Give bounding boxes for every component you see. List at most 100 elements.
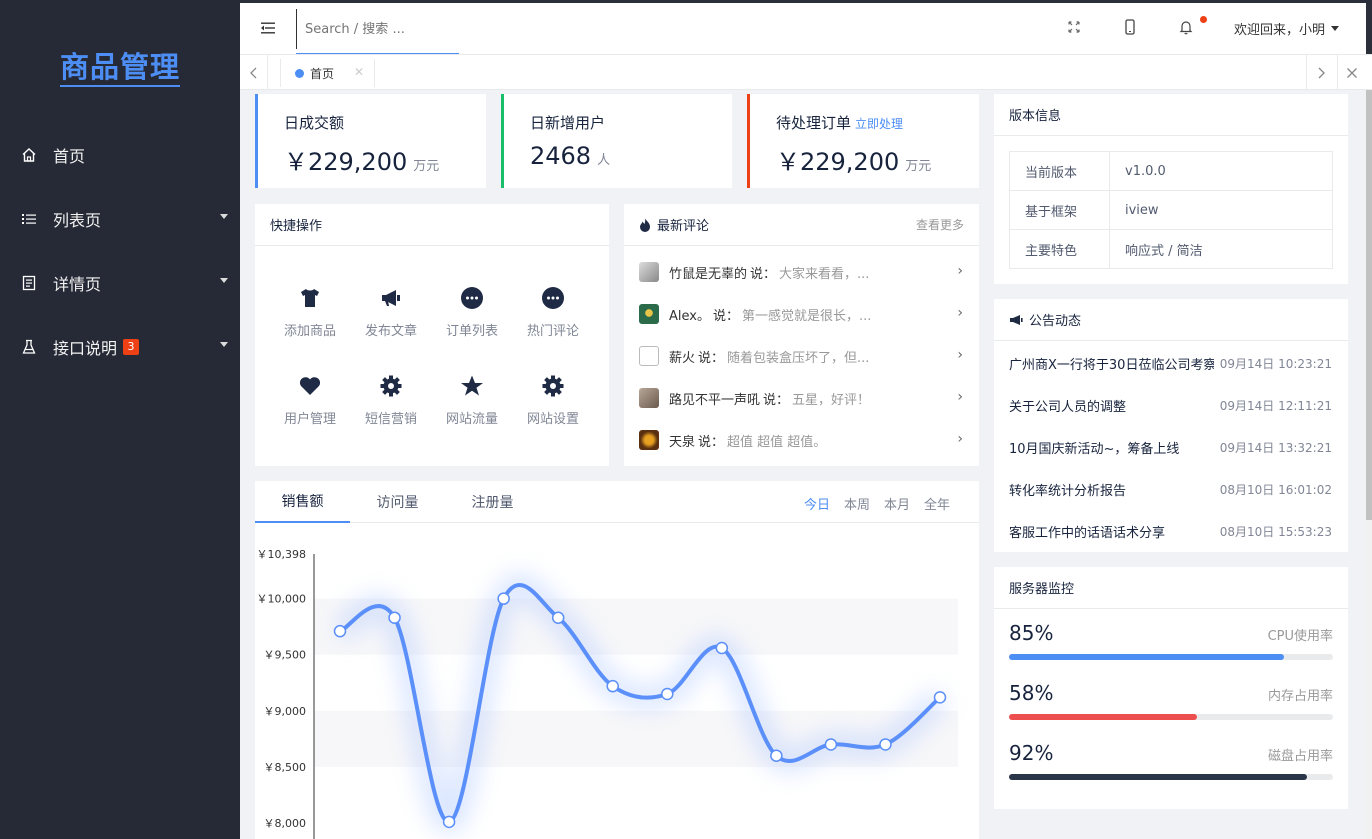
sidebar-item-label: 详情页 xyxy=(53,275,102,294)
progress-fill xyxy=(1009,714,1197,720)
sidebar-item-api[interactable]: 接口说明 3 xyxy=(0,327,240,367)
tab-visits[interactable]: 访问量 xyxy=(350,481,445,523)
bell-icon[interactable] xyxy=(1178,19,1196,37)
latest-comments-card: 最新评论 查看更多 竹鼠是无辜的 说： 大家来看看，... › Alex。 说： 第一感… xyxy=(624,204,979,466)
sidebar-item-home[interactable]: 首页 xyxy=(0,135,240,175)
notice-item[interactable]: 客服工作中的话语话术分享 08月10日 15:53:23 xyxy=(1009,521,1332,541)
notification-dot xyxy=(1200,16,1207,23)
monitor-label: 内存占用率 xyxy=(1267,689,1333,704)
data-point xyxy=(879,738,892,751)
quick-action-label: 网站流量 xyxy=(445,412,498,427)
range-year[interactable]: 全年 xyxy=(924,494,950,513)
tab-active-dot xyxy=(295,68,304,78)
progress-bar xyxy=(1009,774,1333,780)
quick-action-user-management[interactable]: 用户管理 xyxy=(270,374,350,427)
quick-action-sms-marketing[interactable]: 短信营销 xyxy=(351,374,431,427)
range-today[interactable]: 今日 xyxy=(804,494,830,513)
comment-item[interactable]: 路见不平一声吼 说： 五星，好评！ xyxy=(639,387,964,409)
sidebar-item-detail[interactable]: 详情页 xyxy=(0,263,240,303)
quick-action-hot-comments[interactable]: 热门评论 xyxy=(513,286,593,339)
view-more-link[interactable]: 查看更多 xyxy=(916,216,964,233)
app-logo[interactable]: 商品管理 xyxy=(0,44,240,87)
comment-item[interactable]: 薪火 说： 随着包装盒压坏了，但... xyxy=(639,345,964,367)
chevron-right-icon[interactable]: › xyxy=(957,389,963,405)
tab-sales[interactable]: 销售额 xyxy=(255,481,350,523)
stat-unit: 万元 xyxy=(413,159,440,174)
table-value: 响应式 / 简洁 xyxy=(1109,229,1333,269)
table-key: 主要特色 xyxy=(1009,229,1110,269)
chart-tabs-bar: 销售额 访问量 注册量 今日 本周 本月 全年 xyxy=(255,481,979,523)
comment-text: 超值 超值 超值。 xyxy=(727,434,827,450)
sidebar-item-list[interactable]: 列表页 xyxy=(0,199,240,239)
tab-home[interactable]: 首页 ✕ xyxy=(280,59,375,87)
quick-action-label: 订单列表 xyxy=(445,324,498,339)
quick-action-add-product[interactable]: 添加商品 xyxy=(270,286,350,339)
comment-text: 大家来看看，... xyxy=(779,266,870,282)
chevron-down-icon xyxy=(220,214,228,219)
list-icon xyxy=(20,210,38,228)
search-input[interactable] xyxy=(296,9,456,49)
stat-value: ￥229,200 xyxy=(284,148,408,176)
close-icon[interactable]: ✕ xyxy=(354,65,364,79)
chevron-right-icon[interactable]: › xyxy=(957,263,963,279)
flask-icon xyxy=(20,338,38,356)
quick-action-order-list[interactable]: 订单列表 xyxy=(432,286,512,339)
monitor-percent: 58% xyxy=(1009,681,1054,705)
close-all-tabs-icon[interactable] xyxy=(1337,55,1365,90)
table-key: 基于框架 xyxy=(1009,190,1110,230)
monitor-percent: 85% xyxy=(1009,621,1054,645)
menu-toggle-icon[interactable] xyxy=(260,20,276,36)
data-point xyxy=(606,679,619,693)
version-info-card: 版本信息 当前版本 v1.0.0 基于框架 iview 主要特色 响应式 / 简洁 xyxy=(994,94,1348,284)
quick-action-site-settings[interactable]: 网站设置 xyxy=(513,374,593,427)
progress-bar xyxy=(1009,654,1333,660)
quick-action-publish-article[interactable]: 发布文章 xyxy=(351,286,431,339)
range-week[interactable]: 本周 xyxy=(844,494,870,513)
notice-item[interactable]: 关于公司人员的调整 09月14日 12:11:21 xyxy=(1009,395,1332,415)
notice-item[interactable]: 广州商X一行将于30日莅临公司考察调研 09月14日 10:23:21 xyxy=(1009,353,1332,373)
progress-bar xyxy=(1009,714,1333,720)
tab-registrations[interactable]: 注册量 xyxy=(445,481,540,523)
monitor-percent: 92% xyxy=(1009,741,1054,765)
chevron-down-icon xyxy=(220,278,228,283)
card-title: 版本信息 xyxy=(1009,109,1062,124)
tab-scroll-left-icon[interactable] xyxy=(240,55,268,90)
comment-said: 说： xyxy=(698,350,725,366)
welcome-text: 欢迎回来，小明 xyxy=(1234,23,1326,38)
y-tick-label: ￥8,000 xyxy=(264,817,307,830)
gear-icon xyxy=(541,374,565,398)
chevron-right-icon[interactable]: › xyxy=(957,347,963,363)
range-month[interactable]: 本月 xyxy=(884,494,910,513)
tab-scroll-right-icon[interactable] xyxy=(1306,55,1334,90)
scrollbar-thumb[interactable] xyxy=(1366,90,1372,520)
comment-item[interactable]: 竹鼠是无辜的 说： 大家来看看，... xyxy=(639,261,964,283)
chevron-right-icon[interactable]: › xyxy=(957,305,963,321)
page-scrollbar[interactable] xyxy=(1366,90,1372,839)
process-now-link[interactable]: 立即处理 xyxy=(855,117,903,131)
progress-fill xyxy=(1009,774,1308,780)
tab-label: 首页 xyxy=(310,66,335,81)
comment-item[interactable]: 天泉 说： 超值 超值 超值。 xyxy=(639,429,964,451)
y-tick-label: ￥10,398 xyxy=(257,548,307,561)
comment-text: 五星，好评！ xyxy=(792,392,871,408)
comment-text: 第一感觉就是很长，... xyxy=(741,308,872,324)
chevron-right-icon[interactable]: › xyxy=(957,431,963,447)
table-row: 基于框架 iview xyxy=(1009,190,1333,230)
stat-card-new-users: 日新增用户 2468 人 xyxy=(501,94,732,188)
fullscreen-icon[interactable] xyxy=(1066,19,1084,37)
comment-item[interactable]: Alex。 说： 第一感觉就是很长，... xyxy=(639,303,964,325)
notice-time: 08月10日 15:53:23 xyxy=(1219,524,1332,539)
quick-action-site-traffic[interactable]: 网站流量 xyxy=(432,374,512,427)
user-menu[interactable]: 欢迎回来，小明 xyxy=(1234,19,1340,38)
quick-action-label: 短信营销 xyxy=(364,412,417,427)
card-header: 版本信息 xyxy=(994,94,1348,136)
notification-badge: 3 xyxy=(123,339,140,355)
mobile-icon[interactable] xyxy=(1122,19,1140,37)
notice-time: 08月10日 16:01:02 xyxy=(1219,482,1332,497)
stat-value: 2468 xyxy=(530,142,592,170)
notice-item[interactable]: 转化率统计分析报告 08月10日 16:01:02 xyxy=(1009,479,1332,499)
sidebar: 商品管理 首页 列表页 详情页 接口说明 3 xyxy=(0,0,240,839)
stat-value-row: 2468 人 xyxy=(530,142,610,170)
notice-item[interactable]: 10月国庆新活动~，筹备上线 09月14日 13:32:21 xyxy=(1009,437,1332,457)
comment-said: 说： xyxy=(750,266,777,282)
